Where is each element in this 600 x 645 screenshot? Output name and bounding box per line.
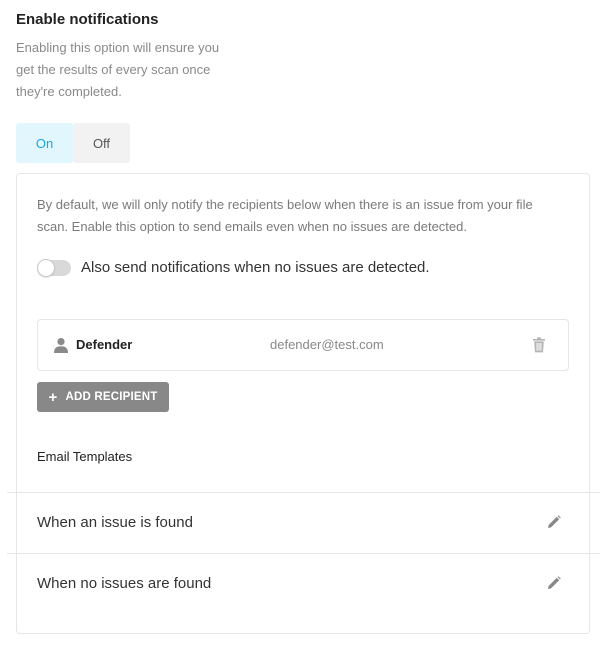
template-label: When an issue is found: [37, 513, 193, 531]
recipient-name: Defender: [76, 337, 133, 352]
add-recipient-label: ADD RECIPIENT: [65, 391, 158, 403]
trash-icon[interactable]: [532, 337, 546, 353]
recipient-email: defender@test.com: [270, 337, 384, 352]
template-row-issue-found[interactable]: When an issue is found: [37, 512, 567, 532]
toggle-on-button[interactable]: On: [16, 123, 73, 163]
add-recipient-button[interactable]: + ADD RECIPIENT: [37, 382, 169, 412]
no-issues-switch-row: Also send notifications when no issues a…: [37, 258, 430, 277]
notifications-title: Enable notifications: [16, 11, 159, 28]
divider: [7, 553, 600, 554]
switch-knob: [37, 258, 55, 277]
panel-description: By default, we will only notify the reci…: [37, 197, 533, 234]
template-row-no-issues[interactable]: When no issues are found: [37, 573, 567, 593]
pencil-icon[interactable]: [547, 576, 561, 590]
no-issues-switch-label[interactable]: Also send notifications when no issues a…: [81, 259, 430, 276]
notifications-description: Enabling this option will ensure you get…: [16, 40, 220, 99]
toggle-off-button[interactable]: Off: [73, 123, 130, 163]
divider: [7, 492, 600, 493]
no-issues-switch[interactable]: [37, 258, 71, 277]
email-templates-title: Email Templates: [37, 449, 133, 464]
plus-icon: +: [48, 388, 58, 406]
notifications-toggle-group: On Off: [16, 123, 130, 163]
recipient-row: Defender defender@test.com: [37, 319, 569, 371]
user-icon: [54, 338, 68, 353]
template-label: When no issues are found: [37, 574, 212, 592]
pencil-icon[interactable]: [547, 515, 561, 529]
